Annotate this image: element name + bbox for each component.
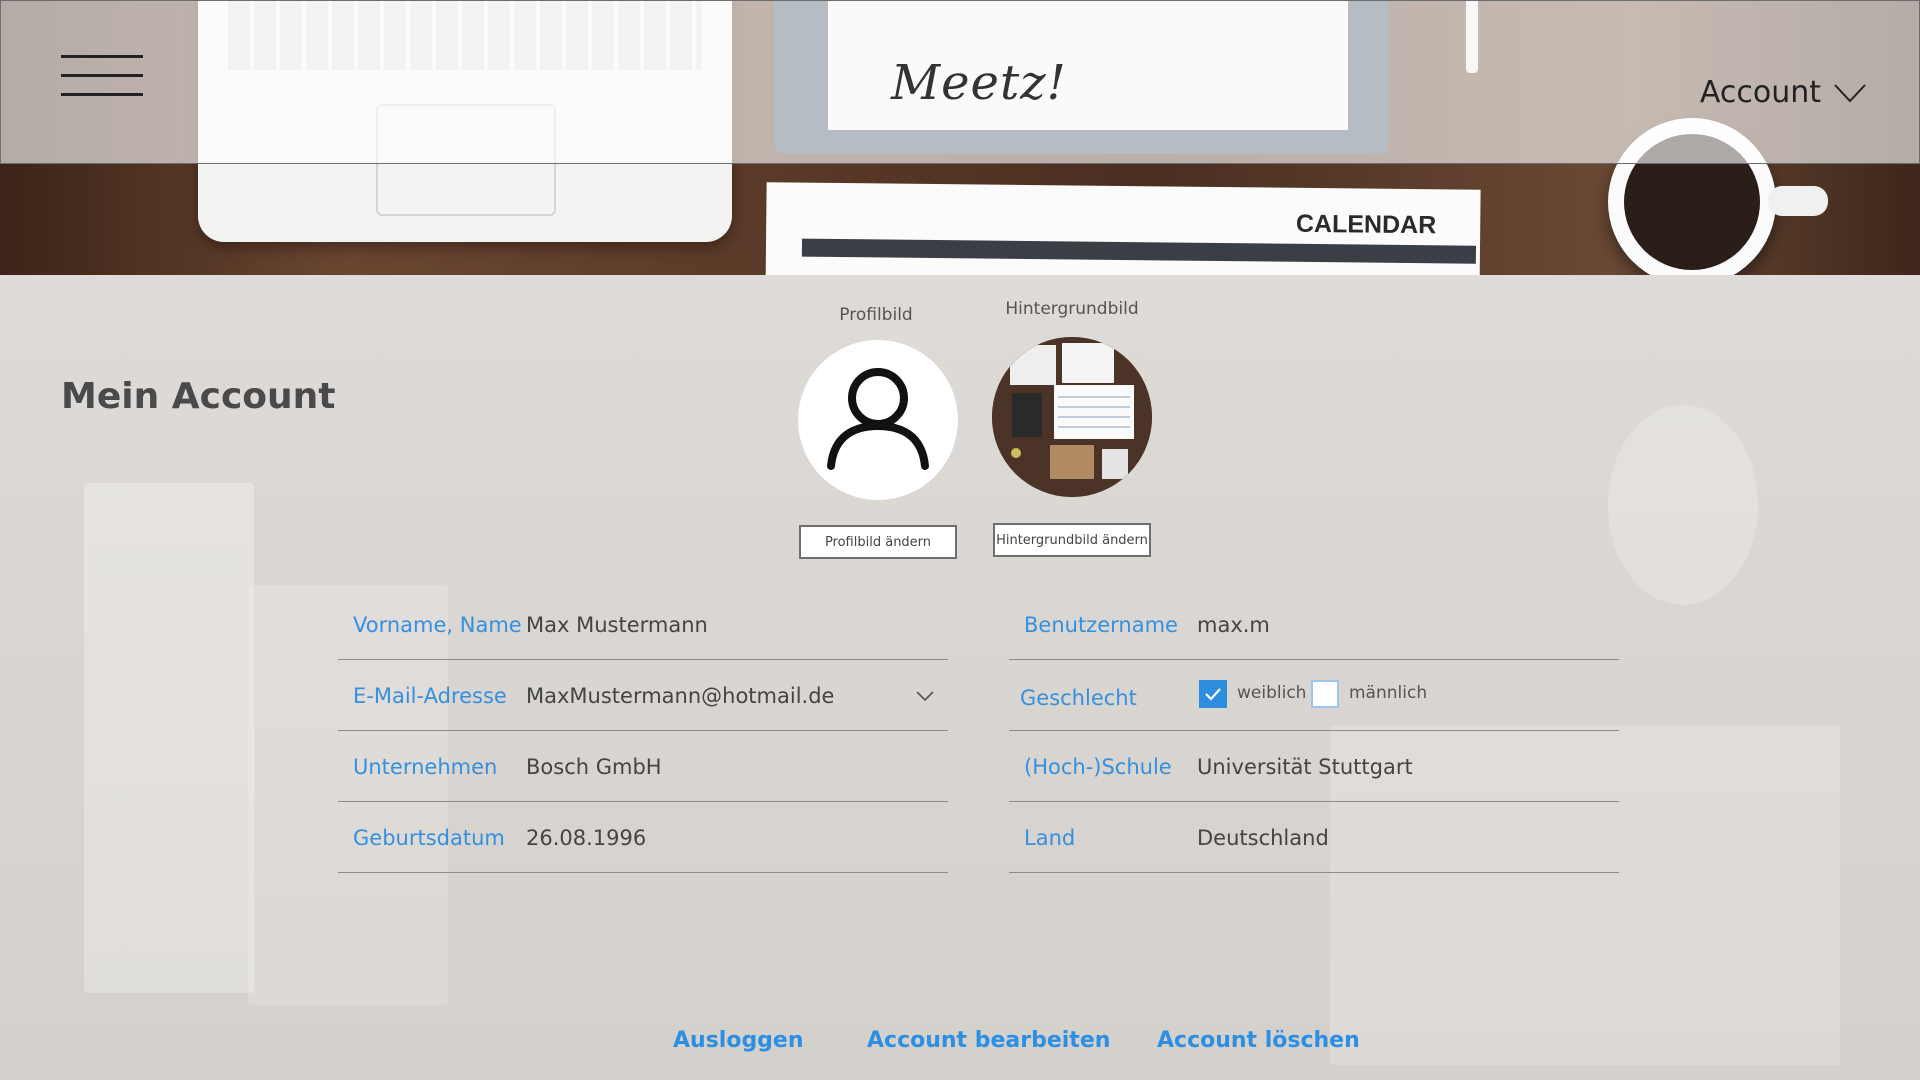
field-label: Unternehmen bbox=[353, 755, 498, 779]
field-value[interactable]: 26.08.1996 bbox=[526, 826, 646, 850]
account-dropdown-label: Account bbox=[1699, 75, 1821, 110]
field-value[interactable]: Universität Stuttgart bbox=[1197, 755, 1413, 779]
change-background-picture-button[interactable]: Hintergrundbild ändern bbox=[993, 523, 1151, 557]
delete-account-button[interactable]: Account löschen bbox=[1157, 1028, 1360, 1053]
calendar-title: CALENDAR bbox=[1295, 209, 1437, 240]
field-full-name[interactable]: Vorname, Name Max Mustermann bbox=[338, 589, 948, 660]
checkmark-icon bbox=[1205, 688, 1221, 701]
app-logo[interactable]: Meetz! bbox=[891, 55, 1067, 111]
field-label: Land bbox=[1024, 826, 1076, 850]
field-label: Vorname, Name bbox=[353, 613, 522, 637]
background-picture[interactable] bbox=[992, 337, 1152, 497]
profile-picture[interactable] bbox=[798, 340, 958, 500]
field-value[interactable]: Deutschland bbox=[1197, 826, 1329, 850]
logout-button[interactable]: Ausloggen bbox=[673, 1028, 804, 1053]
chevron-down-icon[interactable] bbox=[916, 690, 934, 702]
field-label: Benutzername bbox=[1024, 613, 1178, 637]
page-title: Mein Account bbox=[61, 376, 336, 417]
checkbox-female-label: weiblich bbox=[1237, 683, 1307, 703]
account-dropdown[interactable]: Account bbox=[1700, 75, 1867, 110]
field-value[interactable]: Max Mustermann bbox=[526, 613, 708, 637]
field-birthdate[interactable]: Geburtsdatum 26.08.1996 bbox=[338, 802, 948, 873]
field-school[interactable]: (Hoch-)Schule Universität Stuttgart bbox=[1009, 731, 1619, 802]
change-profile-picture-button[interactable]: Profilbild ändern bbox=[799, 525, 957, 559]
checkbox-female[interactable] bbox=[1199, 680, 1227, 708]
background-thumbnail-icon bbox=[992, 337, 1152, 497]
field-username[interactable]: Benutzername max.m bbox=[1009, 589, 1619, 660]
field-label: E-Mail-Adresse bbox=[353, 684, 507, 708]
field-company[interactable]: Unternehmen Bosch GmbH bbox=[338, 731, 948, 802]
background-picture-label: Hintergrundbild bbox=[1005, 299, 1139, 319]
edit-account-button[interactable]: Account bearbeiten bbox=[867, 1028, 1110, 1053]
field-country[interactable]: Land Deutschland bbox=[1009, 802, 1619, 873]
field-value[interactable]: Bosch GmbH bbox=[526, 755, 662, 779]
chevron-down-icon bbox=[1834, 83, 1866, 102]
user-icon bbox=[827, 368, 929, 470]
field-value[interactable]: MaxMustermann@hotmail.de bbox=[526, 684, 834, 708]
field-label: Geburtsdatum bbox=[353, 826, 505, 850]
field-value[interactable]: max.m bbox=[1197, 613, 1270, 637]
field-label: (Hoch-)Schule bbox=[1024, 755, 1172, 779]
field-gender: Geschlecht weiblich männlich bbox=[1009, 660, 1619, 731]
field-label: Geschlecht bbox=[1020, 686, 1137, 710]
profile-picture-label: Profilbild bbox=[839, 305, 913, 325]
checkbox-male-label: männlich bbox=[1349, 683, 1428, 703]
hamburger-menu-icon[interactable] bbox=[61, 55, 143, 97]
field-email[interactable]: E-Mail-Adresse MaxMustermann@hotmail.de bbox=[338, 660, 948, 731]
calendar-image: CALENDAR bbox=[765, 182, 1481, 275]
checkbox-male[interactable] bbox=[1311, 680, 1339, 708]
top-header: Meetz! Account bbox=[0, 0, 1920, 164]
